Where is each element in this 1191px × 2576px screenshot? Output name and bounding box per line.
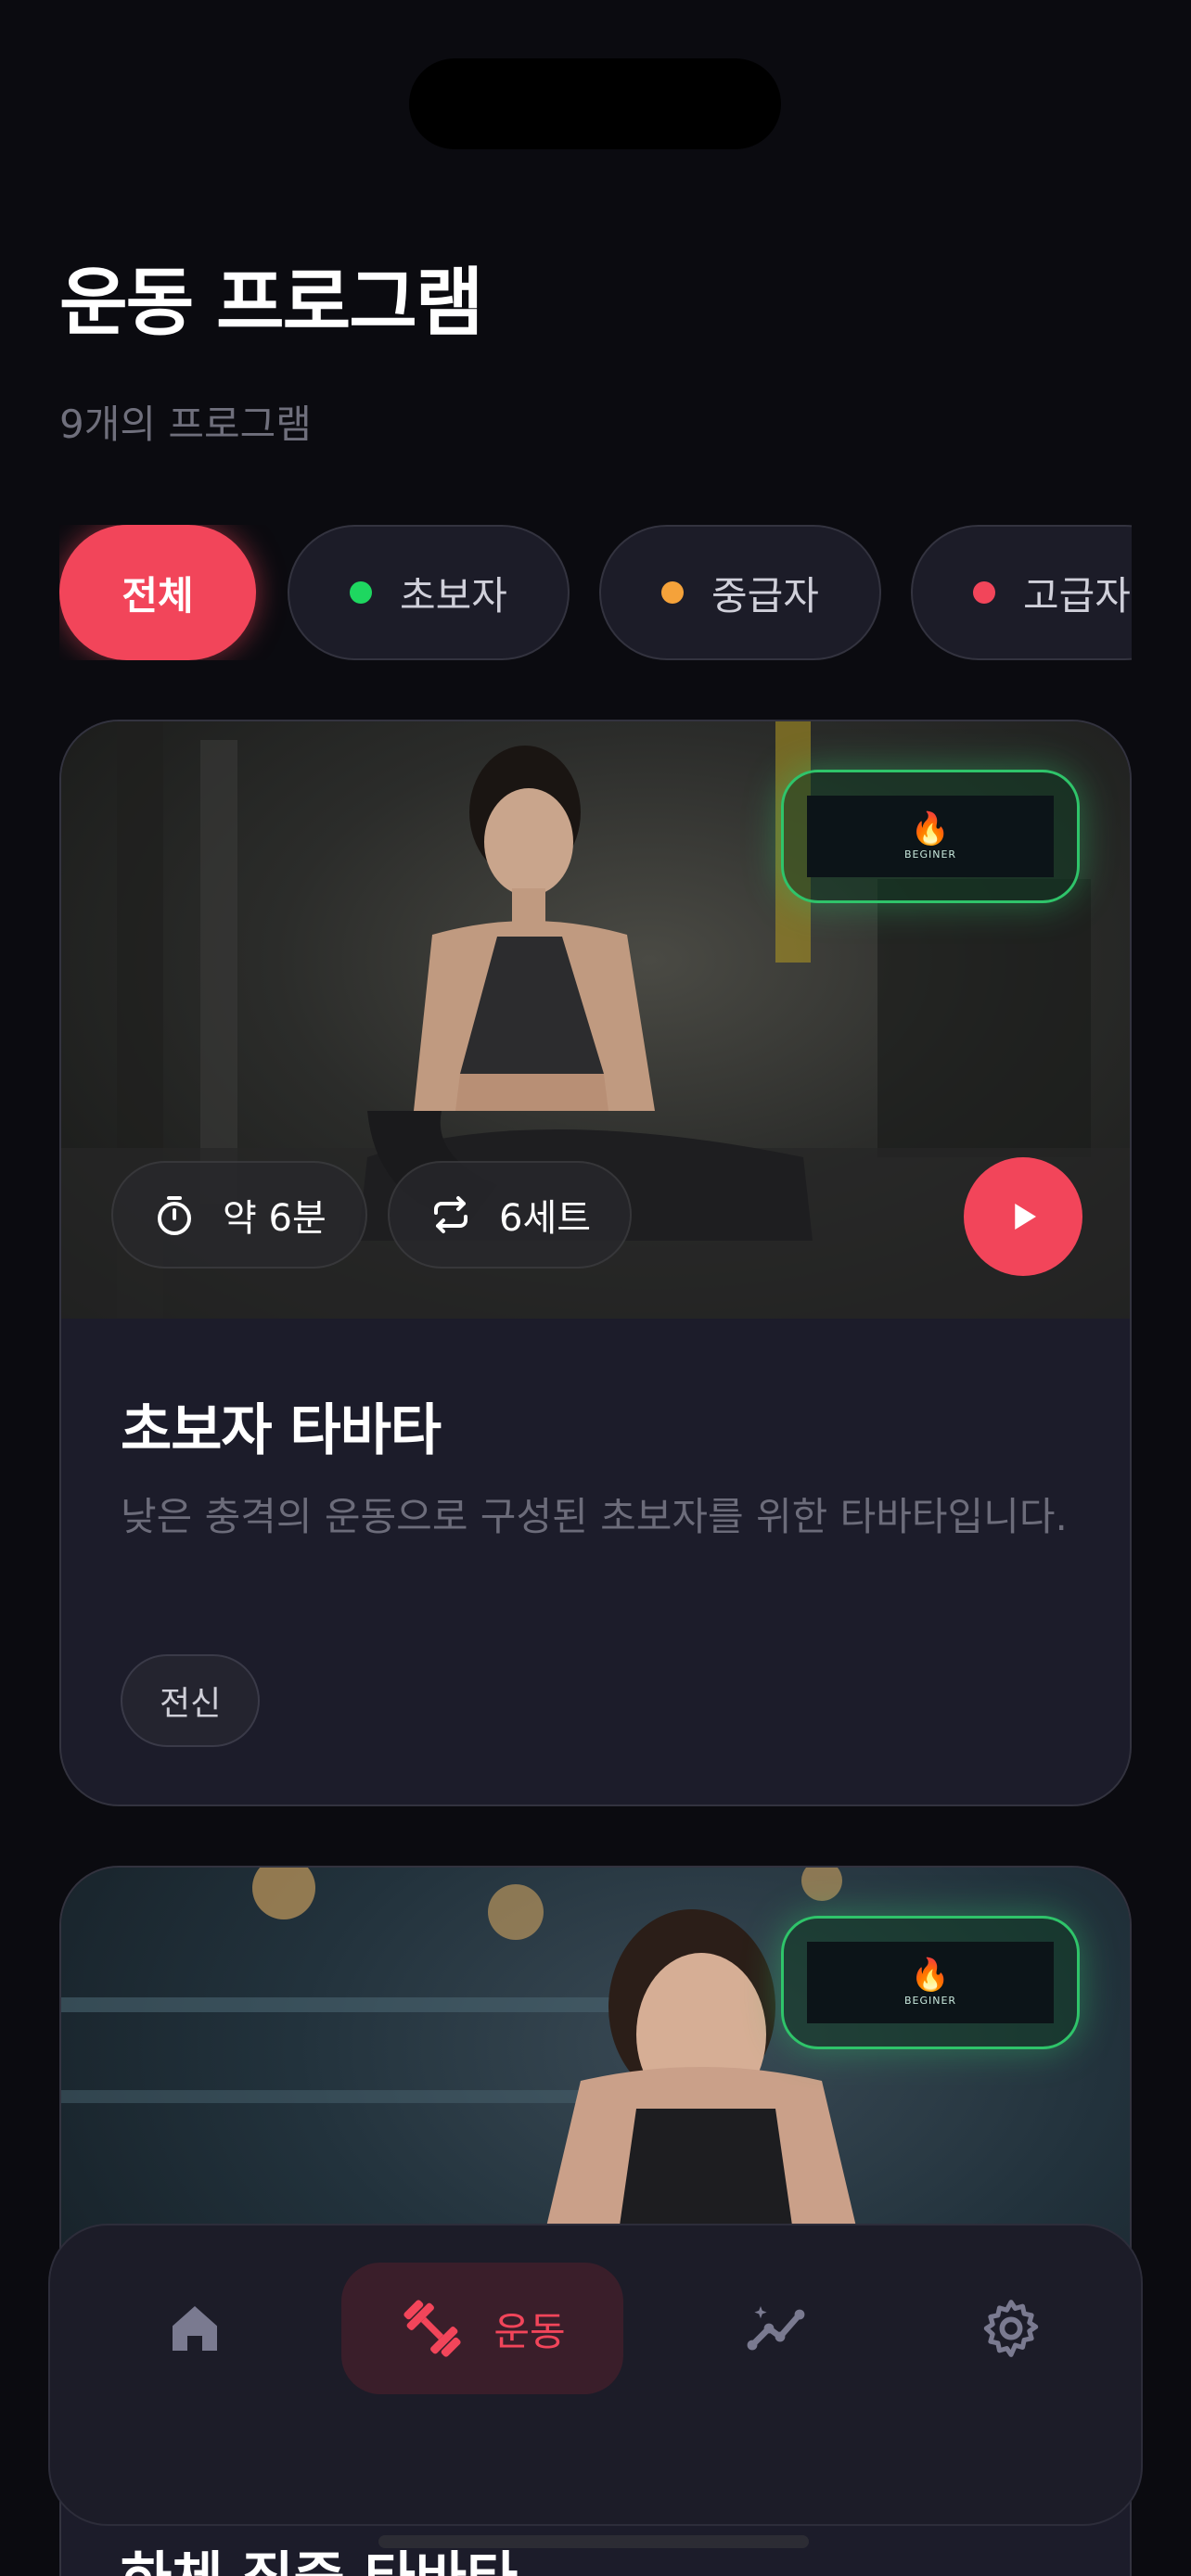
- program-photo: 🔥 BEGINER 약 6분 6세트: [61, 721, 1130, 1319]
- filter-chip-label: 초보자: [400, 572, 507, 618]
- tab-label: 운동: [493, 2308, 566, 2354]
- filter-chip-label: 고급자: [1023, 572, 1131, 618]
- dynamic-island: [409, 58, 781, 149]
- badge-logo: 🔥 BEGINER: [807, 796, 1054, 877]
- badge-logo: 🔥 BEGINER: [807, 1942, 1054, 2023]
- tab-workout[interactable]: 운동: [341, 2263, 623, 2394]
- tab-stats[interactable]: [722, 2263, 833, 2394]
- orange-dot-icon: [661, 581, 685, 604]
- filter-chip-beginner[interactable]: 초보자: [288, 525, 570, 660]
- badge-text: BEGINER: [903, 1994, 957, 2007]
- green-dot-icon: [350, 581, 373, 604]
- beginner-badge: 🔥 BEGINER: [781, 770, 1080, 903]
- program-count: 9개의 프로그램: [59, 402, 312, 447]
- red-dot-icon: [973, 581, 996, 604]
- flame-icon: 🔥: [910, 810, 951, 848]
- filter-chips: 전체 초보자 중급자 고급자: [59, 525, 1132, 660]
- chart-icon: [747, 2306, 805, 2351]
- repeat-icon: [434, 1196, 467, 1233]
- tab-home[interactable]: [139, 2263, 250, 2394]
- sets-pill: 6세트: [388, 1161, 633, 1269]
- filter-chip-intermediate[interactable]: 중급자: [599, 525, 881, 660]
- filter-chip-advanced[interactable]: 고급자: [911, 525, 1132, 660]
- home-icon: [173, 2306, 217, 2351]
- home-indicator: [378, 2535, 809, 2548]
- program-description: 낮은 충격의 운동으로 구성된 초보자를 위한 타바타입니다.: [121, 1494, 1068, 1539]
- beginner-badge: 🔥 BEGINER: [781, 1916, 1080, 2049]
- sets-text: 6세트: [499, 1197, 592, 1240]
- gear-icon: [983, 2300, 1039, 2357]
- program-card[interactable]: 🔥 BEGINER 약 6분 6세트 초보자 타바타 낮은 충격의 운동으로 구…: [59, 720, 1132, 1806]
- page-title: 운동 프로그램: [59, 260, 483, 346]
- filter-chip-all[interactable]: 전체: [59, 525, 256, 660]
- bottom-tab-bar: 운동: [48, 2224, 1143, 2526]
- program-title: 초보자 타바타: [121, 1398, 442, 1463]
- timer-icon: [158, 1196, 191, 1235]
- filter-chip-label: 중급자: [711, 572, 819, 618]
- flame-icon: 🔥: [910, 1956, 951, 1994]
- badge-text: BEGINER: [903, 848, 957, 861]
- filter-chip-label: 전체: [122, 572, 194, 618]
- duration-text: 약 6분: [223, 1197, 327, 1240]
- body-part-tag: 전신: [121, 1654, 261, 1747]
- play-icon: [1015, 1204, 1036, 1230]
- tab-settings[interactable]: [955, 2263, 1067, 2394]
- play-button[interactable]: [964, 1157, 1082, 1276]
- dumbbell-icon: [403, 2300, 461, 2357]
- duration-pill: 약 6분: [111, 1161, 367, 1269]
